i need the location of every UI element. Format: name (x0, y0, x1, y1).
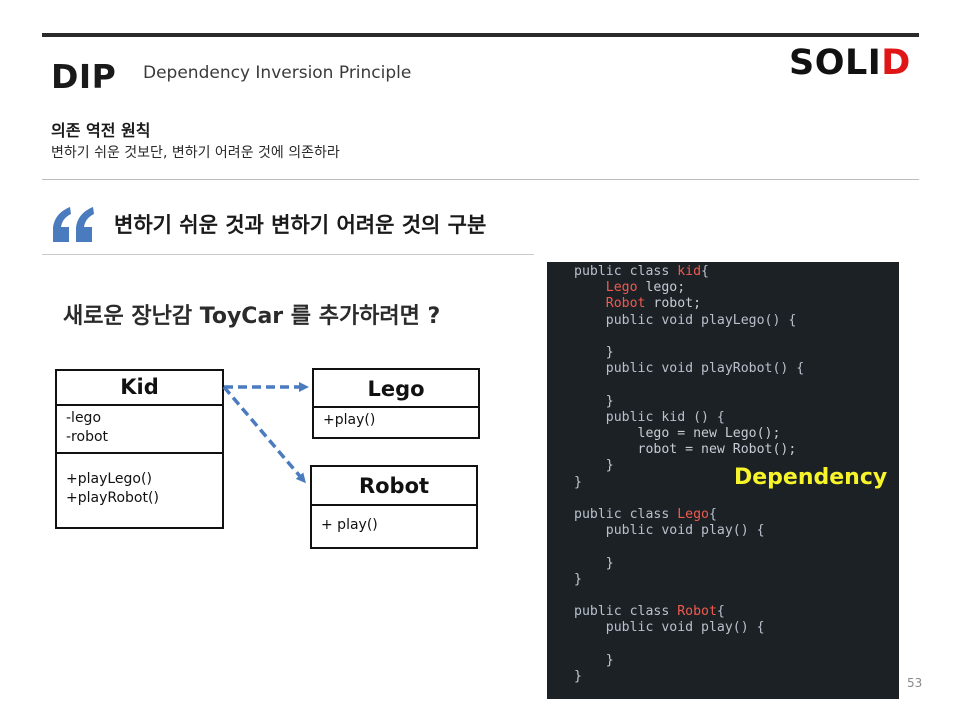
page-number: 53 (907, 676, 923, 690)
code-line: } (574, 458, 614, 474)
dependency-label: Dependency (734, 465, 888, 490)
code-line: } (574, 555, 614, 571)
code-line: robot = new Robot(); (574, 442, 797, 458)
code-line: } (574, 652, 614, 668)
code-line: } (574, 345, 614, 360)
code-line: } (574, 393, 614, 409)
code-line: } (574, 571, 582, 587)
code-line: public class Lego{ (574, 507, 717, 522)
code-line: public class kid{ (574, 264, 709, 279)
code-line: Robot robot; (605, 296, 702, 312)
code-line: } (574, 669, 582, 684)
code-line: public class Robot{ (574, 604, 725, 620)
code-line: } (574, 474, 582, 490)
code-line: public void play() { (574, 523, 765, 539)
code-line: public void play() { (574, 620, 765, 636)
arrow-kid-to-robot (222, 385, 306, 484)
code-line: public kid () { (574, 409, 725, 425)
code-line: lego = new Lego(); (574, 426, 781, 441)
code-line: Lego lego; (605, 280, 686, 296)
code-line: public void playRobot() { (574, 361, 805, 377)
code-line: public void playLego() { (574, 312, 797, 328)
